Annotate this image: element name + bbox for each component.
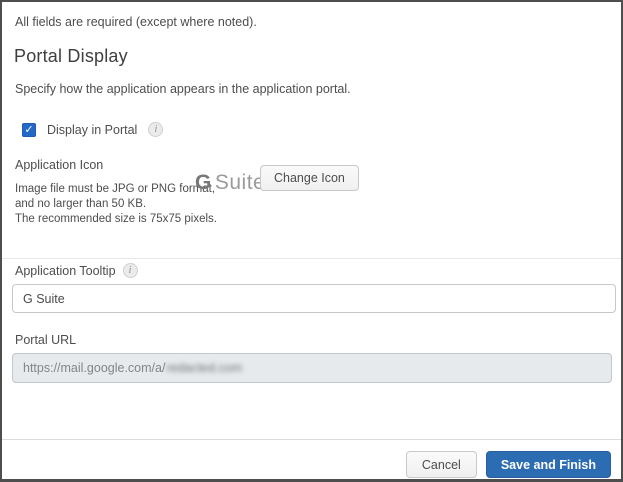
portal-url-value: https://mail.google.com/a/ [23, 361, 165, 375]
portal-url-redacted-segment: redacted.com [166, 361, 242, 375]
application-tooltip-label: Application Tooltip [15, 264, 116, 278]
required-fields-note: All fields are required (except where no… [15, 15, 257, 29]
application-tooltip-info-icon[interactable]: i [123, 263, 138, 278]
application-icon-label: Application Icon [15, 158, 103, 172]
display-in-portal-row: ✓ Display in Portal i [22, 122, 163, 137]
section-divider [2, 258, 621, 259]
icon-help-line: Image file must be JPG or PNG format, [15, 182, 217, 197]
cancel-button[interactable]: Cancel [406, 451, 477, 478]
page-title: Portal Display [14, 46, 128, 67]
icon-help-line: The recommended size is 75x75 pixels. [15, 212, 217, 227]
save-and-finish-button[interactable]: Save and Finish [486, 451, 611, 478]
footer-actions: Cancel Save and Finish [406, 451, 611, 478]
display-in-portal-label: Display in Portal [47, 123, 137, 137]
page-subtitle: Specify how the application appears in t… [15, 82, 351, 96]
display-in-portal-checkbox[interactable]: ✓ [22, 123, 36, 137]
portal-url-label: Portal URL [15, 333, 76, 347]
gsuite-app-logo: GSuite [195, 171, 265, 195]
portal-display-panel: All fields are required (except where no… [0, 0, 623, 482]
application-icon-help-text: Image file must be JPG or PNG format, an… [15, 182, 217, 227]
portal-url-input: https://mail.google.com/a/redacted.com [12, 353, 612, 383]
display-in-portal-info-icon[interactable]: i [148, 122, 163, 137]
gsuite-logo-suite: Suite [215, 171, 265, 194]
icon-help-line: and no larger than 50 KB. [15, 197, 217, 212]
application-tooltip-label-row: Application Tooltip i [15, 263, 138, 278]
footer-divider [2, 439, 621, 440]
gsuite-logo-g: G [195, 171, 212, 194]
change-icon-button[interactable]: Change Icon [260, 165, 359, 191]
application-tooltip-input[interactable] [12, 284, 616, 313]
